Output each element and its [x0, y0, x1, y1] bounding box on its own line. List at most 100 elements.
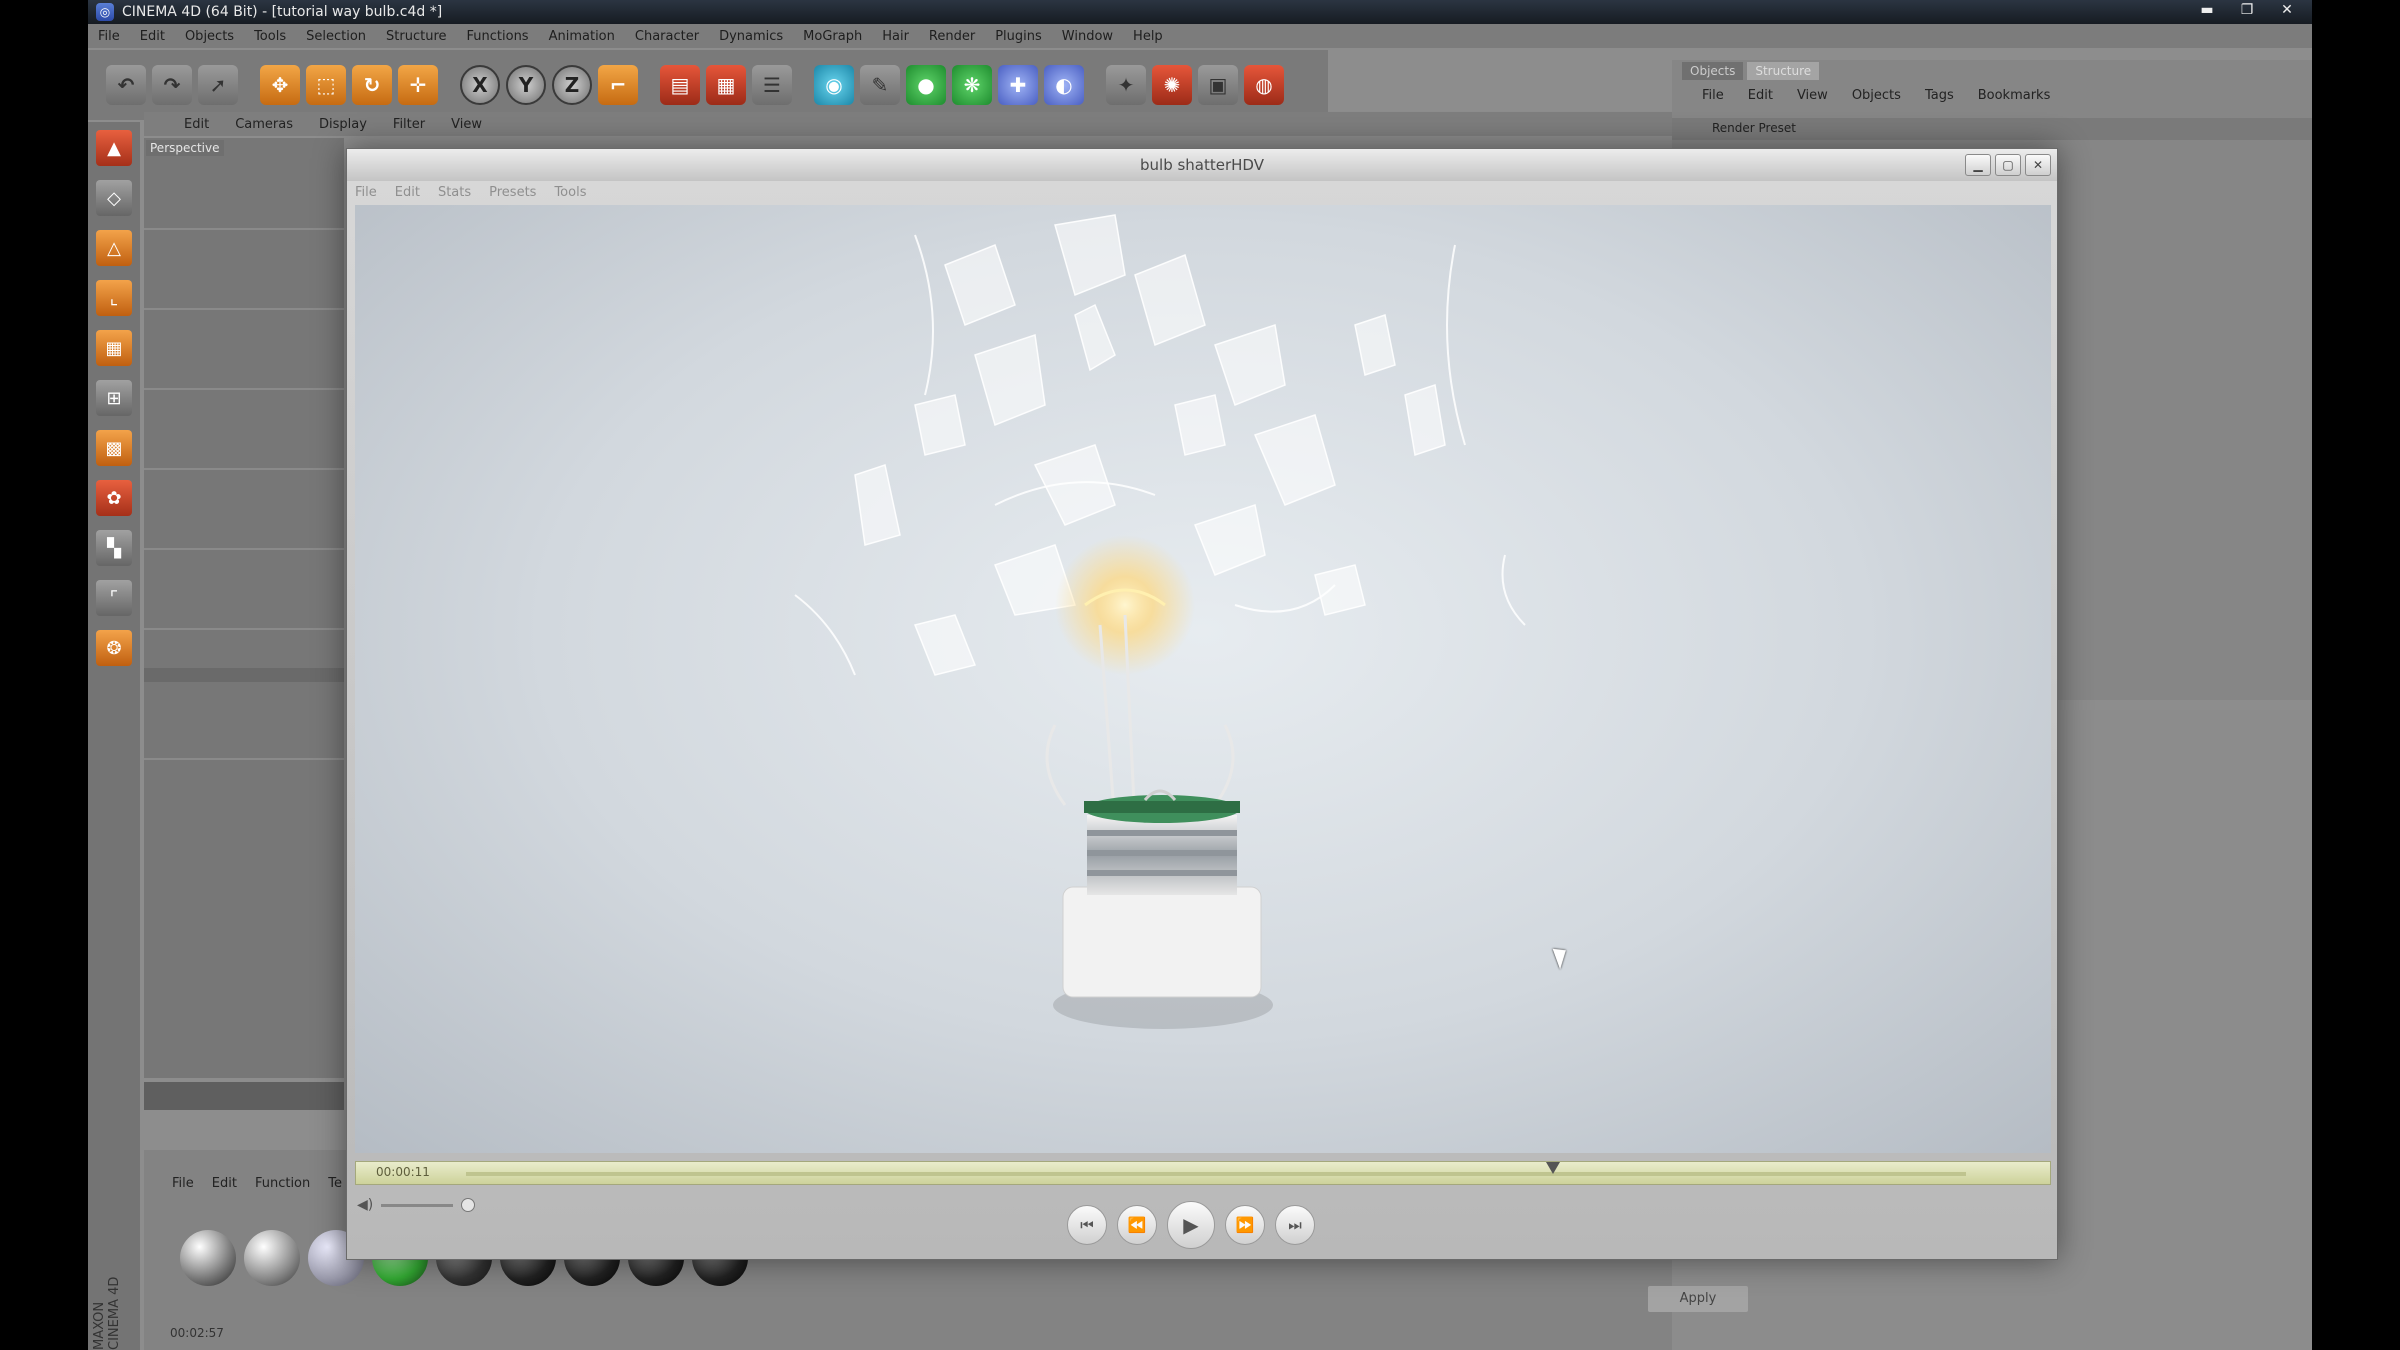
menu-window[interactable]: Window: [1062, 29, 1113, 44]
scale-icon[interactable]: ⬚: [306, 65, 346, 105]
goto-start-button[interactable]: ⏮: [1067, 1205, 1107, 1245]
viewport-menu-cameras[interactable]: Cameras: [235, 117, 293, 132]
camera-icon[interactable]: ✦: [1106, 65, 1146, 105]
cube-icon[interactable]: ◉: [814, 65, 854, 105]
array-icon[interactable]: ❋: [952, 65, 992, 105]
apply-button[interactable]: Apply: [1648, 1286, 1748, 1312]
menu-character[interactable]: Character: [635, 29, 699, 44]
checker-icon[interactable]: ▚: [96, 530, 132, 566]
menu-help[interactable]: Help: [1133, 29, 1163, 44]
world-axis-icon[interactable]: ✛: [398, 65, 438, 105]
object-menu-file[interactable]: File: [1702, 88, 1724, 103]
select-icon[interactable]: ➚: [198, 65, 238, 105]
pv-menu-edit[interactable]: Edit: [395, 185, 420, 200]
undo-icon[interactable]: ↶: [106, 65, 146, 105]
scene-icon[interactable]: ▣: [1198, 65, 1238, 105]
maximize-button[interactable]: ❐: [2230, 0, 2264, 20]
volume-knob[interactable]: [461, 1198, 476, 1212]
pv-minimize-button[interactable]: ▁: [1965, 154, 1991, 176]
tab-objects[interactable]: Objects: [1682, 62, 1744, 80]
record-icon[interactable]: ◍: [1244, 65, 1284, 105]
spline-icon[interactable]: ✎: [860, 65, 900, 105]
menu-mograph[interactable]: MoGraph: [803, 29, 862, 44]
menu-dynamics[interactable]: Dynamics: [719, 29, 783, 44]
pv-menu-tools[interactable]: Tools: [554, 185, 586, 200]
x-axis-icon[interactable]: X: [460, 65, 500, 105]
object-menu-edit[interactable]: Edit: [1748, 88, 1773, 103]
pv-maximize-button[interactable]: ▢: [1995, 154, 2021, 176]
snap-icon[interactable]: ⌜: [96, 580, 132, 616]
menu-animation[interactable]: Animation: [549, 29, 615, 44]
goto-end-button[interactable]: ⏭: [1275, 1205, 1315, 1245]
material-menu-edit[interactable]: Edit: [212, 1176, 237, 1198]
material-menu-function[interactable]: Function: [255, 1176, 310, 1198]
z-axis-icon[interactable]: Z: [552, 65, 592, 105]
object-menu-tags[interactable]: Tags: [1925, 88, 1954, 103]
viewport-menu-filter[interactable]: Filter: [393, 117, 425, 132]
move-icon[interactable]: ✥: [260, 65, 300, 105]
use-edges-icon[interactable]: ⌞: [96, 280, 132, 316]
use-model-icon[interactable]: ▲: [96, 130, 132, 166]
menu-plugins[interactable]: Plugins: [995, 29, 1042, 44]
workplane-icon[interactable]: ❂: [96, 630, 132, 666]
scrub-track[interactable]: [466, 1172, 1966, 1176]
status-time: 00:02:57: [170, 1326, 224, 1340]
deformer-icon[interactable]: ✚: [998, 65, 1038, 105]
object-menu-bookmarks[interactable]: Bookmarks: [1978, 88, 2051, 103]
pv-menu-presets[interactable]: Presets: [489, 185, 536, 200]
menu-file[interactable]: File: [98, 29, 120, 44]
menu-edit[interactable]: Edit: [140, 29, 165, 44]
window-title: CINEMA 4D (64 Bit) - [tutorial way bulb.…: [122, 4, 443, 20]
object-row[interactable]: Render Preset: [1672, 118, 2312, 140]
render-pv-icon[interactable]: ▦: [706, 65, 746, 105]
material-menu-file[interactable]: File: [172, 1176, 194, 1198]
object-menu-view[interactable]: View: [1797, 88, 1828, 103]
menu-functions[interactable]: Functions: [467, 29, 529, 44]
timeline-scrubber[interactable]: 00:00:11: [355, 1161, 2051, 1185]
render-canvas[interactable]: [355, 205, 2051, 1153]
timeline-strip[interactable]: [144, 1082, 344, 1110]
pv-close-button[interactable]: ✕: [2025, 154, 2051, 176]
tab-structure[interactable]: Structure: [1747, 62, 1820, 80]
menu-objects[interactable]: Objects: [185, 29, 234, 44]
use-object-icon[interactable]: ◇: [96, 180, 132, 216]
object-menu-objects[interactable]: Objects: [1852, 88, 1901, 103]
environment-icon[interactable]: ◐: [1044, 65, 1084, 105]
menu-structure[interactable]: Structure: [386, 29, 446, 44]
pv-menu-file[interactable]: File: [355, 185, 377, 200]
sculpt-icon[interactable]: ✿: [96, 480, 132, 516]
redo-icon[interactable]: ↷: [152, 65, 192, 105]
playhead-marker[interactable]: [1546, 1162, 1560, 1174]
material-swatch[interactable]: [180, 1230, 236, 1286]
close-button[interactable]: ✕: [2270, 0, 2304, 20]
grid-icon[interactable]: ⊞: [96, 380, 132, 416]
minimize-button[interactable]: ▬: [2190, 0, 2224, 20]
playback-controls: ⏮ ⏪ ▶ ⏩ ⏭: [1067, 1201, 1315, 1249]
use-polygons-icon[interactable]: ▦: [96, 330, 132, 366]
volume-slider[interactable]: [381, 1203, 454, 1207]
step-back-button[interactable]: ⏪: [1117, 1205, 1157, 1245]
material-swatch[interactable]: [244, 1230, 300, 1286]
viewport-menu-display[interactable]: Display: [319, 117, 367, 132]
speaker-icon[interactable]: ◀): [357, 1197, 373, 1213]
coord-system-icon[interactable]: ⌐: [598, 65, 638, 105]
pv-menu-stats[interactable]: Stats: [438, 185, 471, 200]
menu-selection[interactable]: Selection: [306, 29, 366, 44]
use-points-icon[interactable]: △: [96, 230, 132, 266]
viewport[interactable]: [144, 138, 344, 1078]
step-forward-button[interactable]: ⏩: [1225, 1205, 1265, 1245]
rotate-icon[interactable]: ↻: [352, 65, 392, 105]
menu-render[interactable]: Render: [929, 29, 975, 44]
menu-tools[interactable]: Tools: [254, 29, 286, 44]
render-view-icon[interactable]: ▤: [660, 65, 700, 105]
play-button[interactable]: ▶: [1167, 1201, 1215, 1249]
menu-hair[interactable]: Hair: [882, 29, 909, 44]
material-menu-te[interactable]: Te: [328, 1176, 342, 1198]
viewport-menu-edit[interactable]: Edit: [184, 117, 209, 132]
viewport-menu-view[interactable]: View: [451, 117, 482, 132]
light-icon[interactable]: ✺: [1152, 65, 1192, 105]
y-axis-icon[interactable]: Y: [506, 65, 546, 105]
nurbs-icon[interactable]: ●: [906, 65, 946, 105]
texture-icon[interactable]: ▩: [96, 430, 132, 466]
render-settings-icon[interactable]: ☰: [752, 65, 792, 105]
